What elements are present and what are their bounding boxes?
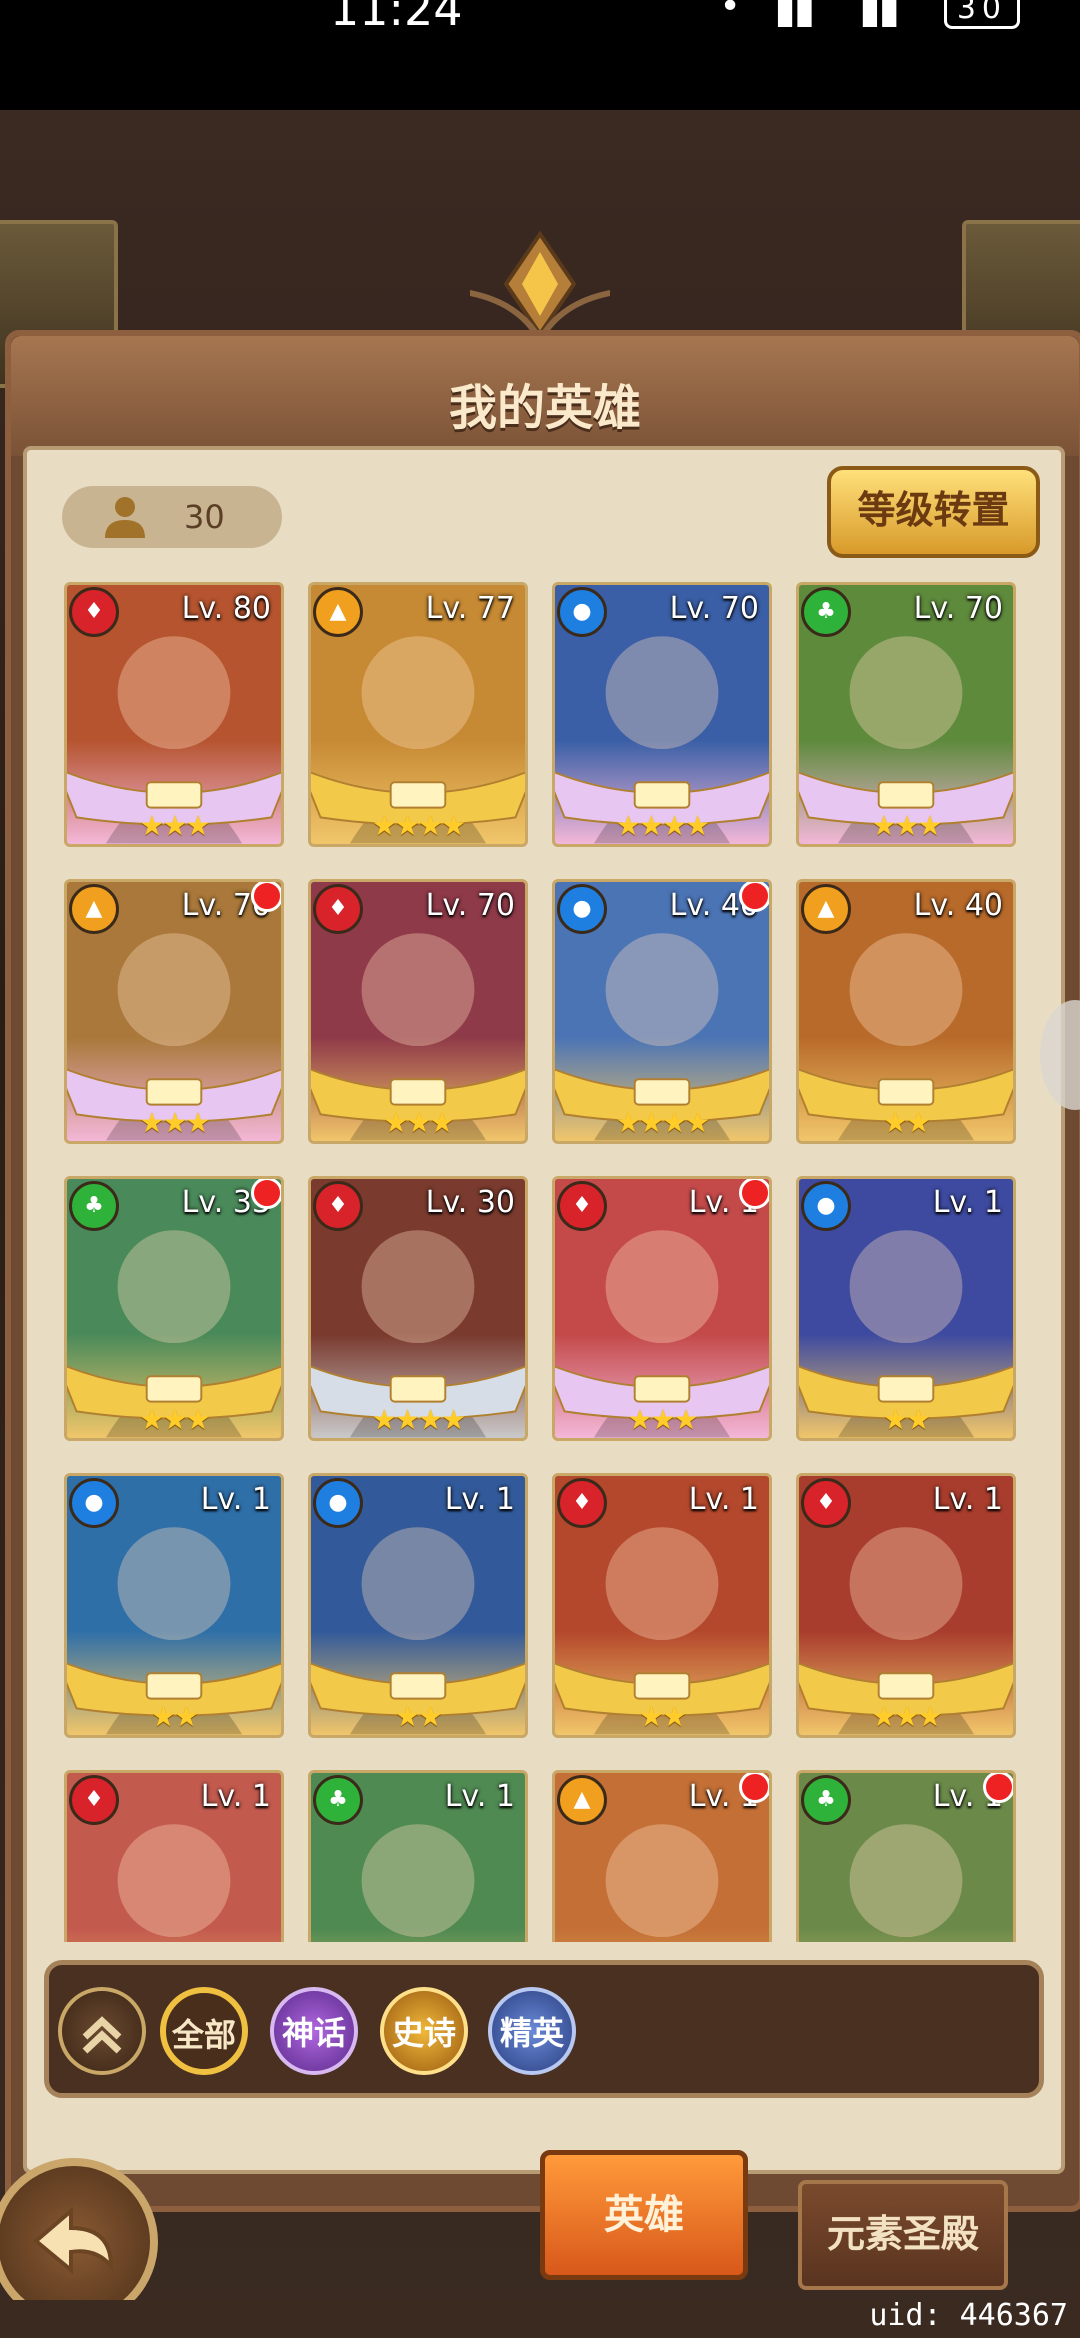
hero-stars: ★★★	[871, 1700, 942, 1733]
hero-card[interactable]: ● Lv. 1 ★★	[796, 1176, 1016, 1441]
hero-level: Lv. 70	[669, 591, 759, 626]
hero-grid: ♦ Lv. 80 ★★★ ▲ Lv. 77 ★★★★ ● Lv. 70 ★★★★ ♣ Lv. 70 ★…	[64, 582, 1024, 1942]
hero-card[interactable]: ▲ Lv. 40 ★★	[796, 879, 1016, 1144]
hero-card[interactable]: ● Lv. 1 ★★	[64, 1473, 284, 1738]
water-element-icon: ●	[557, 587, 607, 637]
hero-stars: ★★★	[627, 1403, 698, 1436]
hero-level: Lv. 80	[181, 591, 271, 626]
hero-card[interactable]: ♣ Lv. 33 ★★★	[64, 1176, 284, 1441]
level-transfer-button[interactable]: 等级转置	[827, 466, 1040, 558]
fire-element-icon: ♦	[313, 884, 363, 934]
hero-level: Lv. 70	[425, 888, 515, 923]
hero-stars: ★★★★	[615, 1106, 710, 1139]
hero-stars: ★★	[638, 1700, 687, 1733]
hero-card[interactable]: ▲ Lv. 77 ★★★★	[308, 582, 528, 847]
hero-stars: ★★★	[139, 1106, 210, 1139]
hero-level: Lv. 1	[932, 1482, 1003, 1517]
hero-stars: ★★★★	[371, 1403, 466, 1436]
earth-element-icon: ▲	[69, 884, 119, 934]
hero-card[interactable]: ♦ Lv. 1 ★★	[552, 1473, 772, 1738]
back-arrow-icon	[32, 2206, 114, 2275]
hero-count-badge: 30	[62, 486, 282, 548]
collapse-button[interactable]	[58, 1987, 146, 2075]
fire-element-icon: ♦	[801, 1478, 851, 1528]
hero-stars: ★★	[882, 1403, 931, 1436]
double-chevron-up-icon	[82, 2016, 122, 2054]
clock: 11:24	[330, 0, 463, 36]
hero-card[interactable]: ▲ Lv. 1	[552, 1770, 772, 1942]
hero-level: Lv. 1	[444, 1779, 515, 1814]
water-element-icon: ●	[69, 1478, 119, 1528]
hero-stars: ★★★	[383, 1106, 454, 1139]
panel-header: 我的英雄	[11, 336, 1079, 456]
status-bar: 11:24 • ▐▌ ▐▌ 30	[0, 0, 1080, 110]
hero-card[interactable]: ♦ Lv. 80 ★★★	[64, 582, 284, 847]
nature-element-icon: ♣	[69, 1181, 119, 1231]
nature-element-icon: ♣	[801, 587, 851, 637]
notification-dot	[251, 1179, 281, 1209]
fire-element-icon: ♦	[557, 1181, 607, 1231]
person-icon	[105, 497, 145, 538]
signal-icon: • ▐▌ ▐▌	[719, 0, 917, 27]
hero-stars: ★★★	[871, 809, 942, 842]
hero-level: Lv. 1	[444, 1482, 515, 1517]
hero-stars: ★★★	[139, 1403, 210, 1436]
hero-level: Lv. 70	[913, 591, 1003, 626]
hero-level: Lv. 1	[932, 1185, 1003, 1220]
hero-card[interactable]: ● Lv. 1 ★★	[308, 1473, 528, 1738]
fire-element-icon: ♦	[313, 1181, 363, 1231]
hero-level: Lv. 77	[425, 591, 515, 626]
filter-all-button[interactable]: 全部	[160, 1987, 248, 2075]
hero-card[interactable]: ● Lv. 40 ★★★★	[552, 879, 772, 1144]
hero-card[interactable]: ♦ Lv. 1 ★★★	[796, 1473, 1016, 1738]
nature-element-icon: ♣	[801, 1775, 851, 1825]
hero-count: 30	[184, 498, 225, 536]
filter-elite-button[interactable]: 精英	[488, 1987, 576, 2075]
notification-dot	[739, 882, 769, 912]
nature-element-icon: ♣	[313, 1775, 363, 1825]
hero-card[interactable]: ♣ Lv. 1	[308, 1770, 528, 1942]
notification-dot	[983, 1773, 1013, 1803]
hero-level: Lv. 30	[425, 1185, 515, 1220]
hero-stars: ★★	[394, 1700, 443, 1733]
hero-card[interactable]: ● Lv. 70 ★★★★	[552, 582, 772, 847]
hero-level: Lv. 1	[200, 1482, 271, 1517]
filter-epic-button[interactable]: 史诗	[380, 1987, 468, 2075]
hero-stars: ★★	[150, 1700, 199, 1733]
page-title: 我的英雄	[448, 380, 641, 436]
hero-card[interactable]: ▲ Lv. 70 ★★★	[64, 879, 284, 1144]
user-id: uid: 446367	[869, 2298, 1068, 2333]
status-icons: • ▐▌ ▐▌ 30	[719, 0, 1020, 29]
fire-element-icon: ♦	[557, 1478, 607, 1528]
hero-level: Lv. 1	[200, 1779, 271, 1814]
hero-stars: ★★	[882, 1106, 931, 1139]
hero-stars: ★★★★	[371, 809, 466, 842]
tab-element-shrine[interactable]: 元素圣殿	[798, 2180, 1008, 2290]
earth-element-icon: ▲	[313, 587, 363, 637]
filter-mythic-button[interactable]: 神话	[270, 1987, 358, 2075]
earth-element-icon: ▲	[801, 884, 851, 934]
fire-element-icon: ♦	[69, 1775, 119, 1825]
hero-card[interactable]: ♣ Lv. 70 ★★★	[796, 582, 1016, 847]
hero-card[interactable]: ♦ Lv. 30 ★★★★	[308, 1176, 528, 1441]
hero-level: Lv. 1	[688, 1482, 759, 1517]
hero-card[interactable]: ♦ Lv. 1 ★★★	[552, 1176, 772, 1441]
tab-heroes[interactable]: 英雄	[540, 2150, 748, 2280]
earth-element-icon: ▲	[557, 1775, 607, 1825]
hero-stars: ★★★★	[615, 809, 710, 842]
hero-stars: ★★★	[139, 809, 210, 842]
notification-dot	[739, 1179, 769, 1209]
notification-dot	[251, 882, 281, 912]
fire-element-icon: ♦	[69, 587, 119, 637]
hero-level: Lv. 40	[913, 888, 1003, 923]
hero-card[interactable]: ♦ Lv. 70 ★★★	[308, 879, 528, 1144]
water-element-icon: ●	[801, 1181, 851, 1231]
hero-card[interactable]: ♦ Lv. 1	[64, 1770, 284, 1942]
water-element-icon: ●	[313, 1478, 363, 1528]
hero-card[interactable]: ♣ Lv. 1	[796, 1770, 1016, 1942]
notification-dot	[739, 1773, 769, 1803]
water-element-icon: ●	[557, 884, 607, 934]
battery-icon: 30	[943, 0, 1020, 29]
